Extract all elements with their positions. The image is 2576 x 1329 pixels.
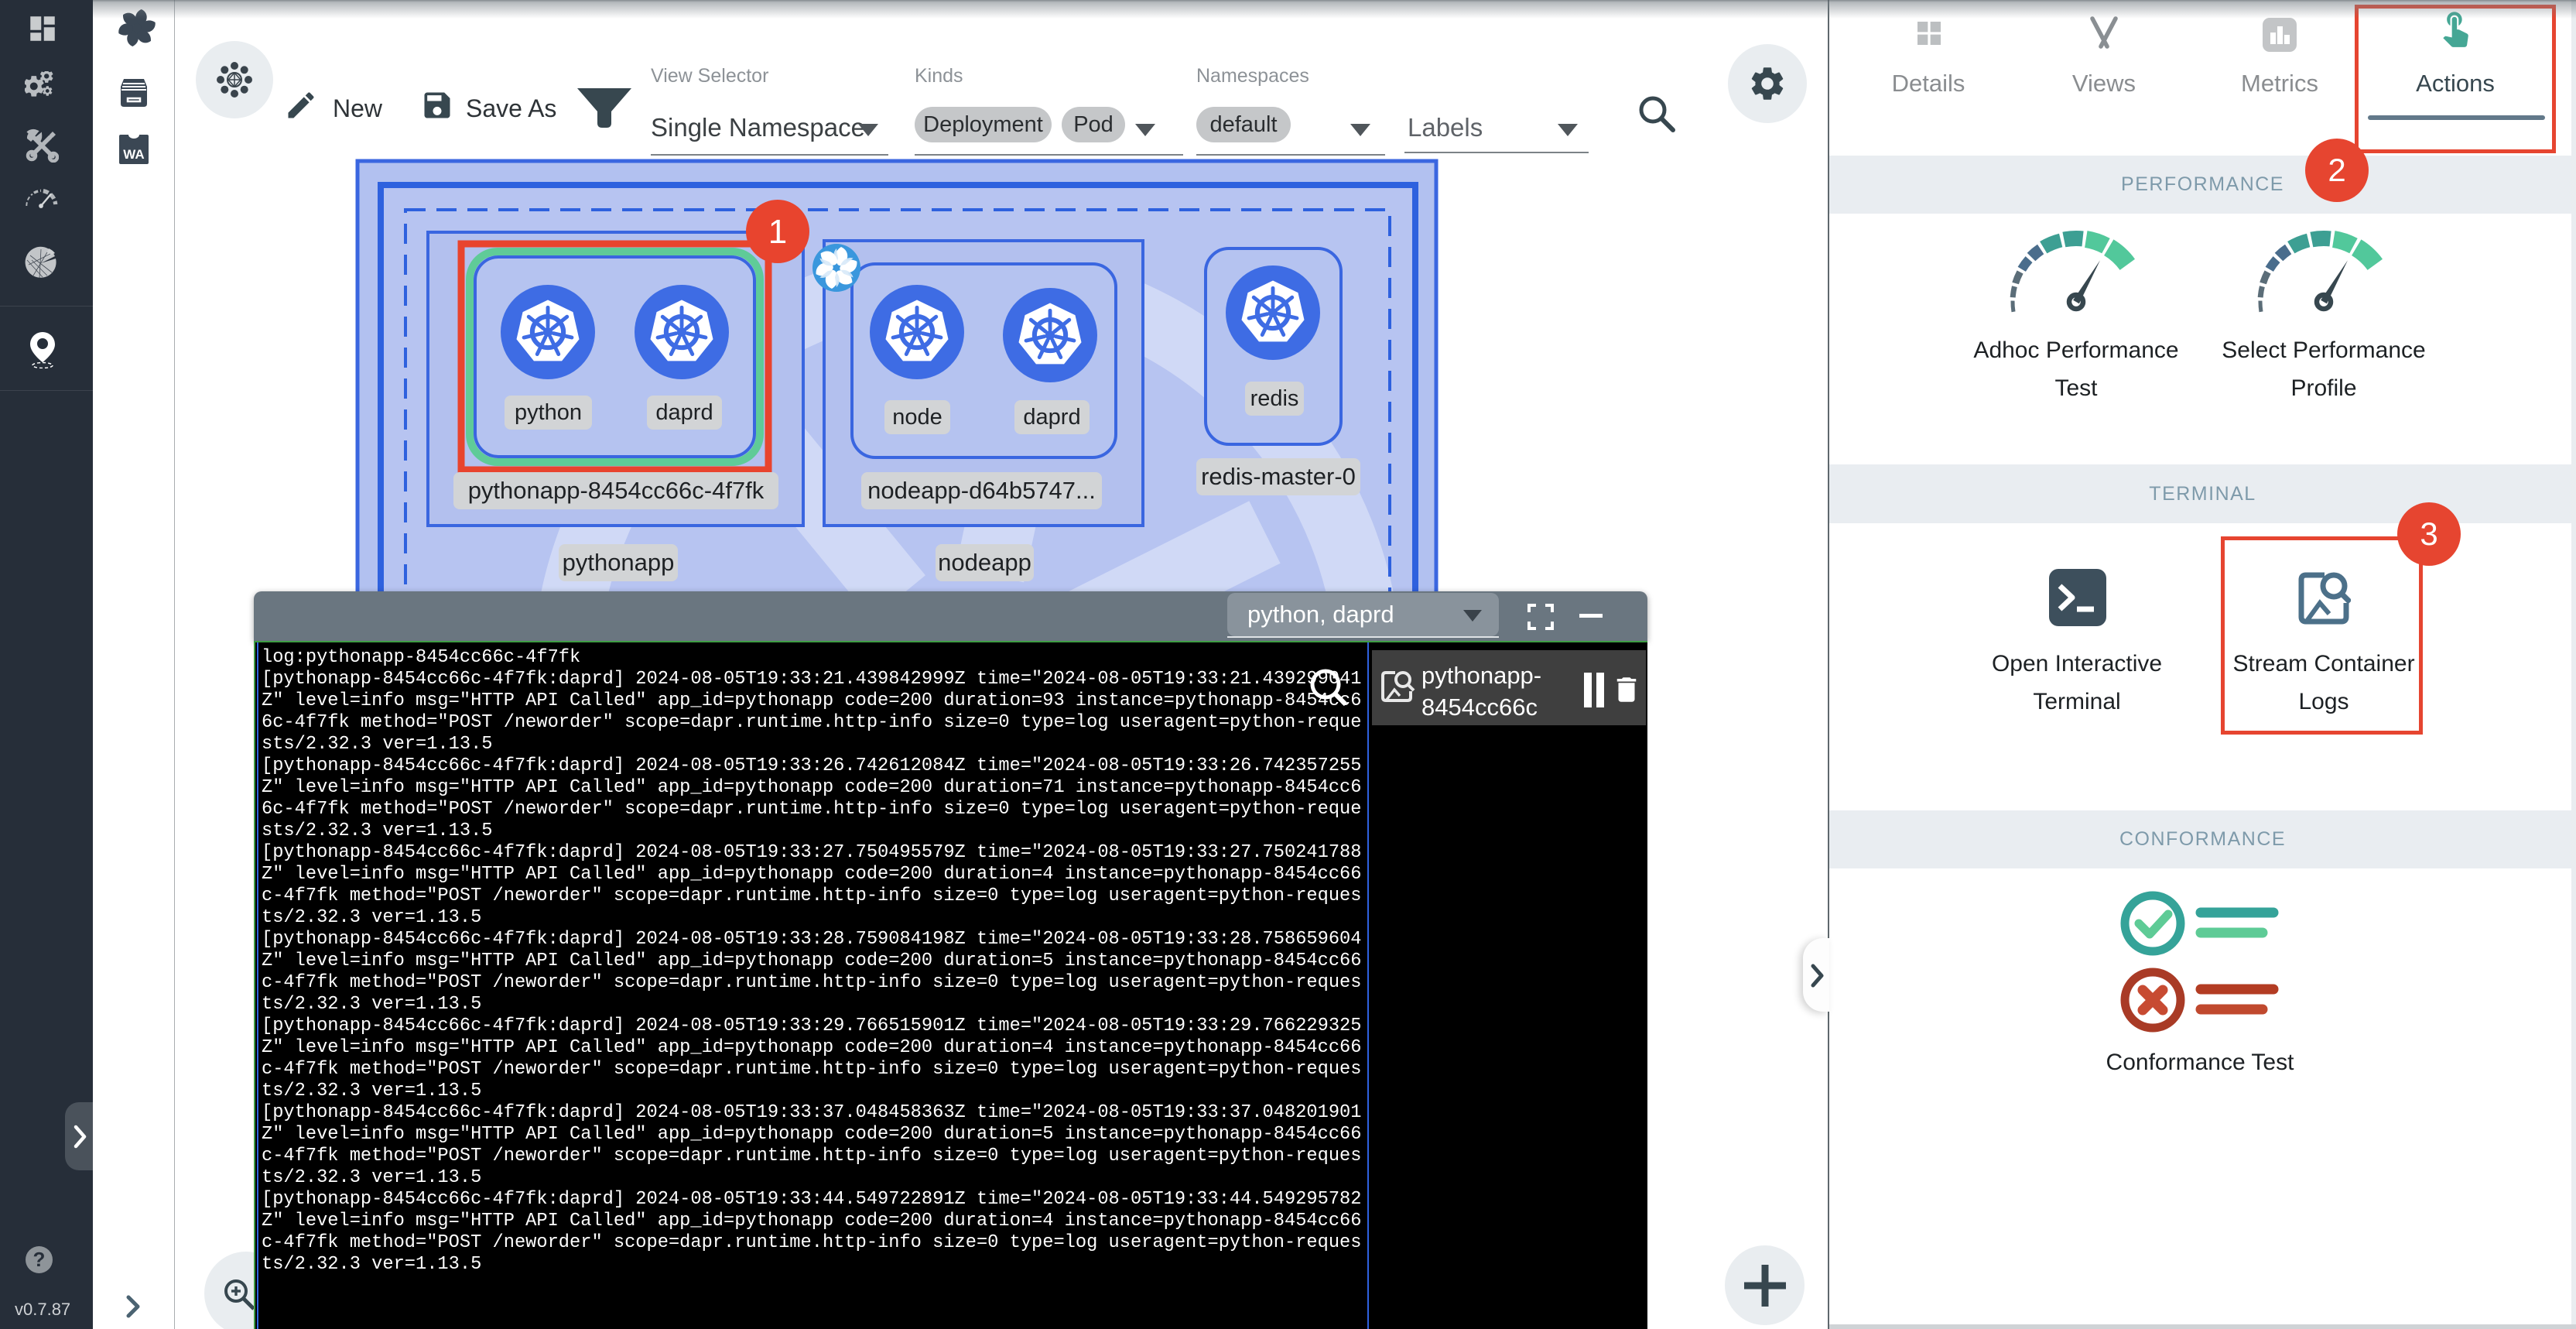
svg-text:WA: WA [123,147,144,162]
svg-text:1: 1 [768,213,787,251]
